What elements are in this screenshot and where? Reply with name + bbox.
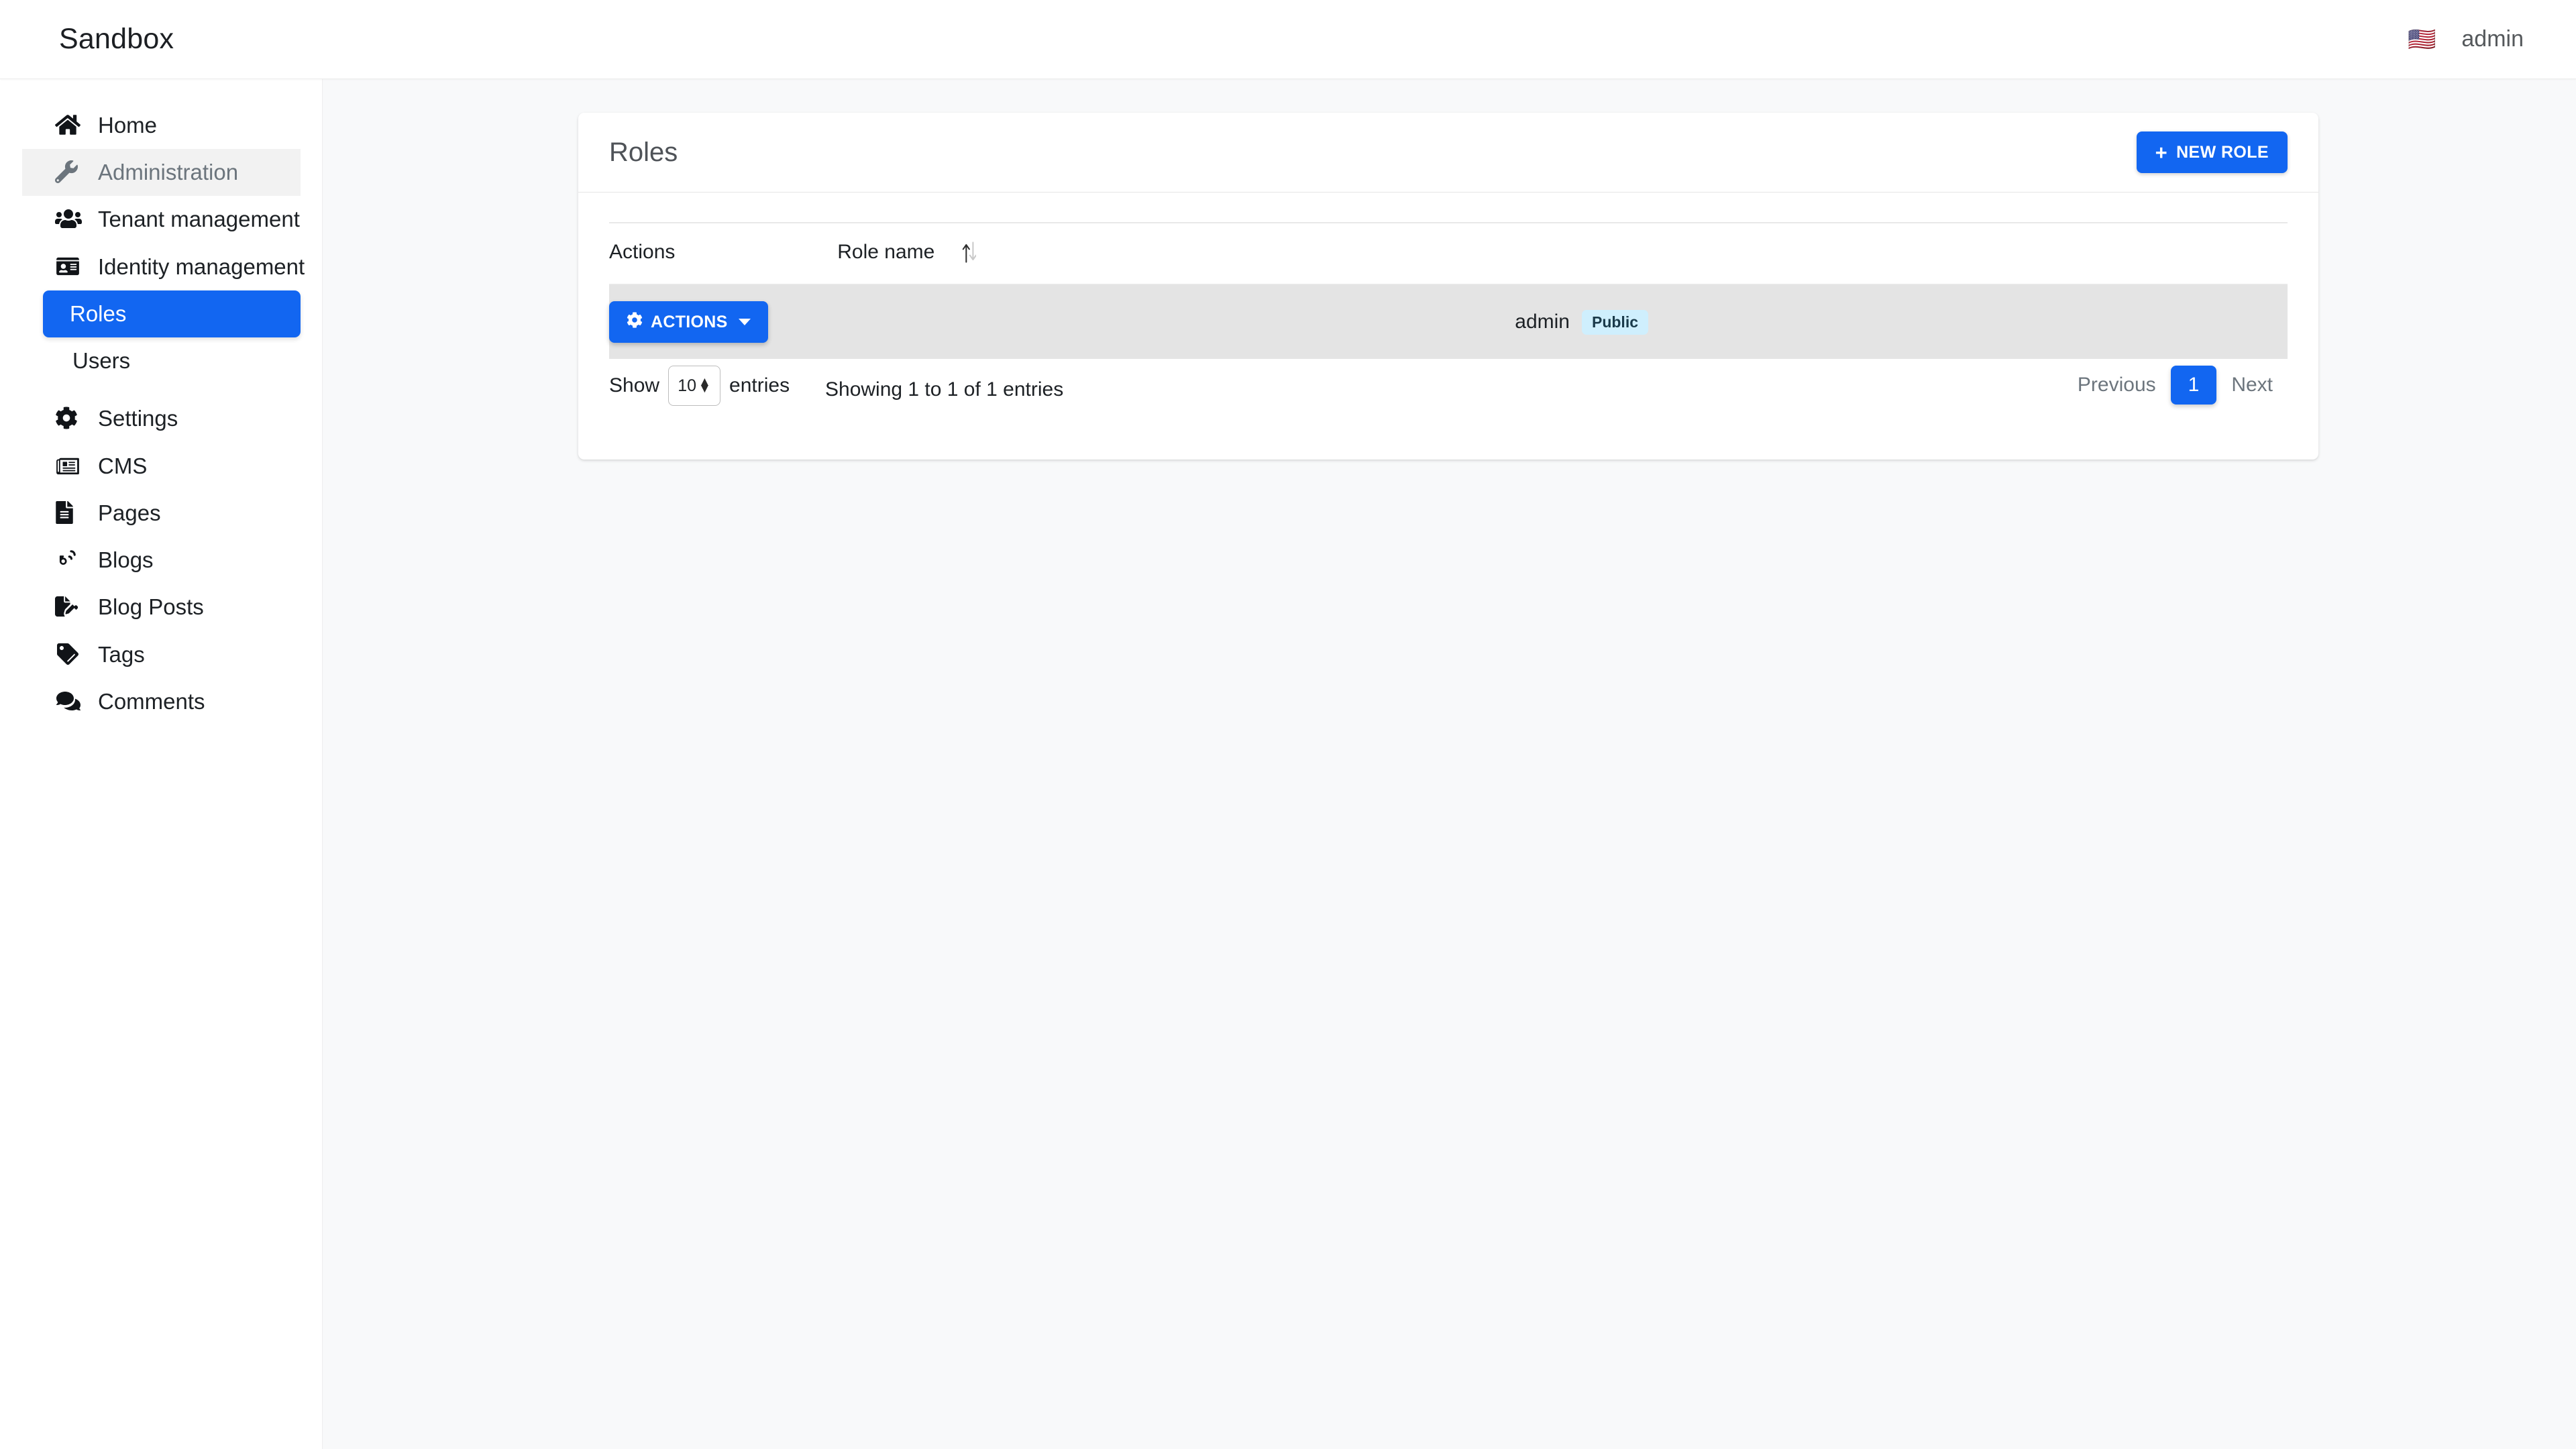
sidebar-item-users[interactable]: Users — [0, 337, 322, 384]
sidebar: Home Administration Tenant management Id… — [0, 79, 323, 1449]
sidebar-item-label: Blogs — [98, 547, 154, 573]
navbar-right-group: 🇺🇸 admin — [2408, 26, 2524, 52]
column-header-actions[interactable]: Actions — [609, 222, 838, 285]
table-row[interactable]: ACTIONS admin Public — [609, 284, 2288, 359]
chevron-down-icon — [738, 319, 751, 325]
us-flag-icon[interactable]: 🇺🇸 — [2408, 28, 2436, 51]
sort-arrows-icon[interactable] — [961, 241, 977, 264]
sidebar-item-administration[interactable]: Administration — [22, 149, 301, 197]
comments-icon — [55, 688, 85, 714]
table-footer: Show 10 ▲ ▼ entries Showing 1 to 1 of 1 e… — [609, 362, 2288, 423]
new-role-button[interactable]: + NEW ROLE — [2136, 131, 2288, 173]
sidebar-item-label: Comments — [98, 688, 205, 714]
sidebar-item-identity-management[interactable]: Identity management — [0, 244, 322, 290]
sidebar-item-cms[interactable]: CMS — [0, 443, 322, 490]
sidebar-item-pages[interactable]: Pages — [0, 490, 322, 537]
roles-table: Actions Role name ACTIONS admin Public — [609, 222, 2288, 359]
user-menu-label[interactable]: admin — [2461, 26, 2524, 52]
cell-role-name: admin Public — [837, 284, 2288, 359]
sidebar-item-label: Tags — [98, 641, 145, 667]
column-header-role-name[interactable]: Role name — [837, 222, 2288, 285]
sidebar-item-home[interactable]: Home — [0, 102, 322, 149]
home-icon — [55, 111, 85, 138]
sidebar-item-tenant-management[interactable]: Tenant management — [0, 196, 322, 243]
page-length-value: 10 — [678, 376, 697, 395]
top-navbar: Sandbox 🇺🇸 admin — [0, 0, 2576, 79]
pagination-next[interactable]: Next — [2216, 367, 2288, 403]
entries-label: entries — [729, 374, 790, 396]
sidebar-item-label: Identity management — [98, 254, 305, 279]
file-icon — [55, 499, 85, 526]
card-body: Actions Role name ACTIONS admin Public S… — [578, 193, 2318, 460]
sidebar-item-blogs[interactable]: Blogs — [0, 537, 322, 584]
pagination: Previous 1 Next — [2063, 366, 2288, 405]
sidebar-item-label: Users — [72, 348, 131, 374]
new-role-button-label: NEW ROLE — [2176, 142, 2269, 162]
pagination-previous[interactable]: Previous — [2063, 367, 2171, 403]
sidebar-item-label: Blog Posts — [98, 594, 204, 620]
wrench-icon — [55, 158, 85, 185]
sidebar-item-label: Home — [98, 113, 158, 138]
sidebar-item-label: CMS — [98, 453, 148, 478]
show-label: Show — [609, 374, 660, 396]
users-icon — [55, 205, 85, 232]
sidebar-item-tags[interactable]: Tags — [0, 631, 322, 678]
card-header: Roles + NEW ROLE — [578, 113, 2318, 193]
newspaper-icon — [55, 452, 85, 479]
sidebar-item-label: Roles — [70, 301, 127, 326]
sidebar-item-roles[interactable]: Roles — [43, 290, 301, 338]
roles-card: Roles + NEW ROLE Actions Role name ACTIO… — [578, 113, 2318, 460]
row-actions-button-label: ACTIONS — [651, 312, 728, 331]
sidebar-item-blog-posts[interactable]: Blog Posts — [0, 584, 322, 631]
sidebar-item-settings[interactable]: Settings — [0, 395, 322, 442]
main-content: Roles + NEW ROLE Actions Role name ACTIO… — [323, 79, 2576, 1449]
gear-icon — [627, 311, 643, 333]
column-header-role-name-label: Role name — [837, 241, 935, 263]
id-card-icon — [55, 253, 85, 280]
page-length-control: Show 10 ▲ ▼ entries — [609, 366, 790, 406]
page-length-select[interactable]: 10 ▲ ▼ — [668, 366, 721, 406]
page-title: Roles — [609, 137, 678, 167]
cell-actions: ACTIONS — [609, 284, 837, 359]
table-header-row: Actions Role name — [609, 222, 2288, 285]
spinner-arrows-icon: ▲ ▼ — [698, 374, 711, 396]
sidebar-item-label: Settings — [98, 406, 178, 431]
plus-icon: + — [2155, 140, 2168, 164]
sidebar-item-label: Administration — [98, 160, 239, 185]
blog-icon — [55, 546, 85, 573]
sidebar-item-comments[interactable]: Comments — [0, 678, 322, 725]
gear-icon — [55, 405, 85, 431]
sidebar-item-label: Tenant management — [98, 207, 300, 232]
brand-title: Sandbox — [59, 23, 174, 55]
file-pen-icon — [55, 593, 85, 620]
column-header-actions-label: Actions — [609, 241, 676, 263]
table-info: Showing 1 to 1 of 1 entries — [825, 378, 1064, 400]
pagination-page-1[interactable]: 1 — [2170, 366, 2217, 405]
tag-icon — [55, 641, 85, 667]
status-badge: Public — [1581, 309, 1648, 335]
sidebar-item-label: Pages — [98, 500, 161, 525]
table-head: Actions Role name — [609, 222, 2288, 285]
table-body: ACTIONS admin Public — [609, 284, 2288, 359]
role-name-text: admin — [1515, 311, 1570, 333]
row-actions-button[interactable]: ACTIONS — [609, 301, 768, 343]
